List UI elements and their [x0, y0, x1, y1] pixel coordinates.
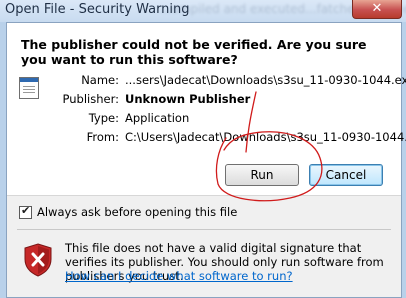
title-bar[interactable]: Open File - Security Warning ...ompiled …: [0, 0, 406, 22]
always-ask-checkbox[interactable]: ✔: [19, 204, 32, 219]
name-row: Name: ...sers\Jadecat\Downloads\s3su_11-…: [7, 73, 406, 89]
from-label: From:: [86, 130, 119, 144]
publisher-value: Unknown Publisher: [125, 92, 251, 106]
from-value: C:\Users\Jadecat\Downloads\s3su_11-0930-…: [125, 130, 406, 144]
always-ask-label[interactable]: Always ask before opening this file: [37, 205, 237, 219]
checkmark-icon: ✔: [21, 204, 31, 217]
publisher-label: Publisher:: [62, 92, 119, 106]
type-label: Type:: [88, 111, 119, 125]
dialog-content-area: The publisher could not be verified. Are…: [7, 23, 406, 196]
help-link[interactable]: How can I decide what software to run?: [65, 269, 293, 283]
close-icon: ✕: [371, 1, 383, 16]
security-warning-dialog: The publisher could not be verified. Are…: [6, 22, 406, 298]
close-button[interactable]: ✕: [352, 0, 402, 19]
warning-headline: The publisher could not be verified. Are…: [21, 37, 367, 67]
run-button[interactable]: Run: [225, 164, 299, 186]
publisher-row: Publisher: Unknown Publisher: [7, 92, 401, 108]
from-row: From: C:\Users\Jadecat\Downloads\s3su_11…: [7, 130, 406, 146]
divider: [17, 229, 391, 230]
name-label: Name:: [81, 73, 119, 87]
blurred-background-text: ...ompiled and executed...fatches and th…: [160, 2, 406, 16]
type-value: Application: [125, 111, 190, 125]
cancel-button[interactable]: Cancel: [309, 164, 383, 186]
shield-x-icon: [24, 243, 52, 277]
type-row: Type: Application: [7, 111, 401, 127]
name-value: ...sers\Jadecat\Downloads\s3su_11-0930-1…: [125, 73, 406, 87]
